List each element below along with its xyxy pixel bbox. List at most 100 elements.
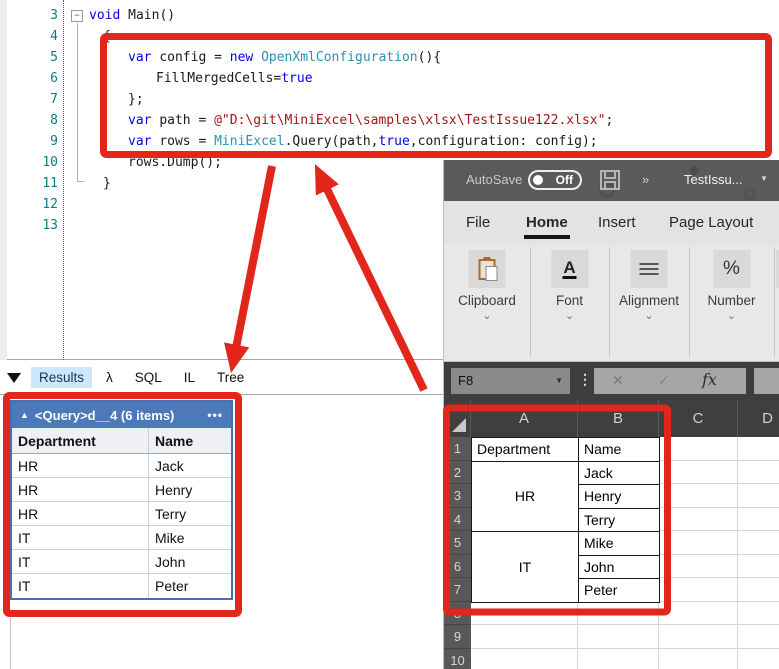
- insert-function-icon[interactable]: fx: [702, 370, 717, 389]
- table-menu-icon[interactable]: •••: [207, 408, 223, 422]
- grid-cell[interactable]: [738, 508, 779, 531]
- result-table-header[interactable]: ▲ <Query>d__4 (6 items) •••: [12, 402, 231, 428]
- grid-cell[interactable]: [738, 437, 779, 461]
- tab-λ[interactable]: λ: [98, 367, 121, 388]
- row-header-3[interactable]: 3: [444, 484, 471, 508]
- grid-cell[interactable]: [471, 648, 578, 669]
- row-header-1[interactable]: 1: [444, 437, 471, 461]
- grid-cell[interactable]: [659, 648, 738, 669]
- ribbon-overflow-icon[interactable]: »: [642, 172, 649, 187]
- cell-B5[interactable]: Mike: [578, 531, 660, 556]
- code-line[interactable]: 9 var rows = MiniExcel.Query(path,true,co…: [0, 131, 779, 152]
- clipboard-icon[interactable]: [468, 250, 506, 288]
- column-header-B[interactable]: B: [578, 400, 659, 437]
- save-icon[interactable]: [599, 169, 621, 191]
- merged-cell-A5-A7[interactable]: IT: [471, 531, 579, 603]
- row-header-7[interactable]: 7: [444, 578, 471, 602]
- grid-cell[interactable]: [659, 578, 738, 602]
- row-header-2[interactable]: 2: [444, 460, 471, 484]
- cell-B6[interactable]: John: [578, 554, 660, 579]
- cell-B3[interactable]: Henry: [578, 484, 660, 509]
- grid-cell[interactable]: [659, 625, 738, 649]
- menu-tab-page-layout[interactable]: Page Layout: [669, 214, 753, 231]
- grid-cell[interactable]: [738, 625, 779, 649]
- code-line[interactable]: 4{: [0, 26, 779, 47]
- cancel-icon[interactable]: ✕: [612, 372, 624, 389]
- title-dropdown-icon[interactable]: ▼: [760, 174, 768, 183]
- code-line[interactable]: 5 var config = new OpenXmlConfiguration()…: [0, 47, 779, 68]
- align-lines-icon[interactable]: [630, 250, 668, 288]
- menu-tab-home[interactable]: Home: [524, 214, 570, 239]
- row-header-10[interactable]: 10: [444, 648, 471, 669]
- grid-cell[interactable]: [659, 507, 738, 531]
- column-header-C[interactable]: C: [659, 400, 738, 437]
- grid-cell[interactable]: [471, 601, 578, 625]
- row-header-9[interactable]: 9: [444, 625, 471, 649]
- cell-A1[interactable]: Department: [471, 437, 579, 462]
- grid-cell[interactable]: [578, 625, 659, 649]
- formula-controls: ✕ ✓ fx: [594, 368, 746, 394]
- grid-cell[interactable]: [659, 437, 738, 461]
- cell-B4[interactable]: Terry: [578, 507, 660, 532]
- grid-cell[interactable]: [738, 531, 779, 555]
- worksheet[interactable]: Department Name HR IT Jack Henry Terry Mike John…: [471, 437, 779, 669]
- grid-cell[interactable]: [738, 649, 779, 669]
- chevron-down-icon[interactable]: ⌄: [444, 309, 530, 322]
- grid-cell[interactable]: [738, 602, 779, 625]
- grid-cell[interactable]: [659, 554, 738, 578]
- chevron-down-icon[interactable]: ⌄: [609, 309, 689, 322]
- row-header-4[interactable]: 4: [444, 507, 471, 531]
- tab-tree[interactable]: Tree: [209, 367, 252, 388]
- tab-results[interactable]: Results: [31, 367, 93, 388]
- result-row[interactable]: HR Terry: [12, 502, 231, 526]
- grid-cell[interactable]: [578, 648, 659, 669]
- merged-cell-A2-A4[interactable]: HR: [471, 460, 579, 532]
- code-line[interactable]: 8 var path = @"D:\git\MiniExcel\samples\x…: [0, 110, 779, 131]
- column-header-A[interactable]: A: [471, 400, 578, 437]
- percent-icon[interactable]: %: [713, 250, 750, 288]
- result-row[interactable]: IT Peter: [12, 574, 231, 598]
- name-box-caret-icon[interactable]: ▼: [555, 368, 563, 394]
- chevron-down-icon[interactable]: ⌄: [530, 309, 609, 322]
- autosave-toggle[interactable]: Off: [528, 170, 582, 190]
- grid-cell[interactable]: [738, 578, 779, 602]
- query-result-table: ▲ <Query>d__4 (6 items) ••• Department N…: [10, 400, 233, 600]
- grid-cell[interactable]: [471, 625, 578, 649]
- formula-input-stub[interactable]: [754, 368, 779, 394]
- code-line[interactable]: 6 FillMergedCells=true: [0, 68, 779, 89]
- tab-il[interactable]: IL: [176, 367, 203, 388]
- grid-cell[interactable]: [659, 460, 738, 484]
- grid-cell[interactable]: [738, 484, 779, 508]
- result-row[interactable]: HR Jack: [12, 454, 231, 478]
- chevron-down-icon[interactable]: ⌄: [689, 309, 774, 322]
- code-line[interactable]: 3 void Main(): [0, 5, 779, 26]
- code-line[interactable]: 7};: [0, 89, 779, 110]
- enter-icon[interactable]: ✓: [658, 372, 670, 389]
- name-box[interactable]: F8 ▼: [451, 368, 570, 394]
- formula-bar-dots-icon[interactable]: ⋮: [578, 371, 592, 388]
- grid-cell[interactable]: [578, 601, 659, 625]
- row-header-5[interactable]: 5: [444, 531, 471, 555]
- result-row[interactable]: HR Henry: [12, 478, 231, 502]
- grid-cell[interactable]: [659, 531, 738, 555]
- grid-cell[interactable]: [659, 484, 738, 508]
- collapse-table-icon[interactable]: ▲: [20, 410, 29, 420]
- cell-B7[interactable]: Peter: [578, 578, 660, 603]
- cell-B1[interactable]: Name: [578, 437, 660, 462]
- font-underline-icon[interactable]: A: [551, 250, 588, 288]
- result-row[interactable]: IT Mike: [12, 526, 231, 550]
- grid-cell[interactable]: [738, 555, 779, 578]
- tab-sql[interactable]: SQL: [127, 367, 170, 388]
- grid-cell[interactable]: [659, 601, 738, 625]
- select-all-corner[interactable]: [444, 400, 471, 437]
- row-header-8[interactable]: 8: [444, 601, 471, 625]
- cell-B2[interactable]: Jack: [578, 460, 660, 485]
- column-header-D[interactable]: D: [738, 400, 779, 437]
- collapse-panel-icon[interactable]: [7, 372, 21, 383]
- menu-tab-file[interactable]: File: [466, 214, 490, 231]
- row-header-6[interactable]: 6: [444, 554, 471, 578]
- excel-titlebar: AutoSave Off » TestIssu... ▼: [444, 160, 779, 201]
- result-row[interactable]: IT John: [12, 550, 231, 574]
- grid-cell[interactable]: [738, 461, 779, 484]
- menu-tab-insert[interactable]: Insert: [598, 214, 636, 231]
